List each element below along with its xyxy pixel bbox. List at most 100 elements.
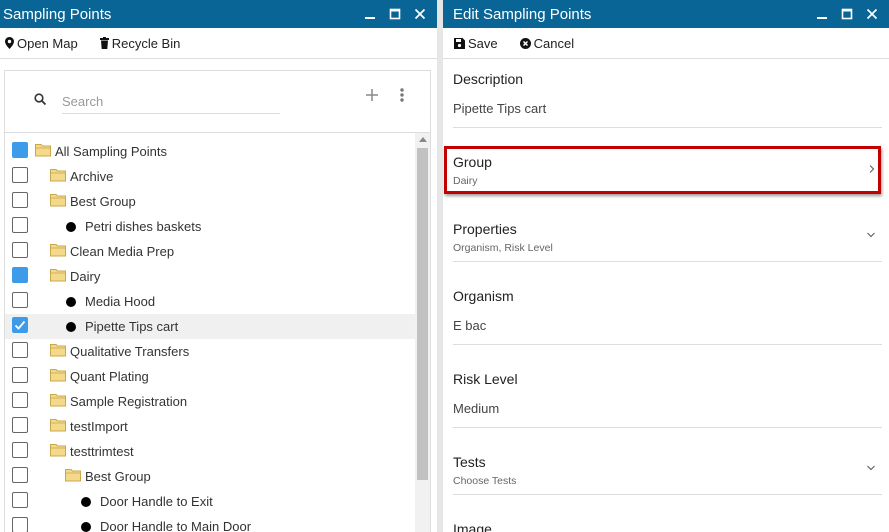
tree-item-label[interactable]: Pipette Tips cart: [85, 319, 178, 334]
tree-checkbox[interactable]: [12, 217, 28, 233]
maximize-button[interactable]: [384, 3, 406, 25]
tree-folder-row[interactable]: All Sampling Points: [5, 139, 415, 164]
tree-item-label[interactable]: Petri dishes baskets: [85, 219, 201, 234]
tree-item-label[interactable]: All Sampling Points: [55, 144, 167, 159]
properties-field[interactable]: Properties Organism, Risk Level: [453, 221, 882, 262]
folder-icon: [50, 268, 66, 285]
chevron-down-icon: [867, 232, 875, 238]
sampling-point-icon: [66, 322, 76, 332]
tree-checkbox[interactable]: [12, 392, 28, 408]
scroll-up-icon[interactable]: [419, 137, 427, 142]
tree-point-row[interactable]: Media Hood: [5, 289, 415, 314]
folder-icon: [50, 418, 66, 435]
tree-point-row[interactable]: Petri dishes baskets: [5, 214, 415, 239]
tree-item-label[interactable]: Best Group: [70, 194, 136, 209]
tree-folder-row[interactable]: Dairy: [5, 264, 415, 289]
minimize-button[interactable]: [811, 3, 833, 25]
organism-label: Organism: [453, 288, 514, 304]
image-label: Image: [453, 521, 492, 532]
add-icon[interactable]: [363, 86, 381, 104]
tree-item-label[interactable]: testImport: [70, 419, 128, 434]
folder-icon: [50, 393, 66, 410]
close-button[interactable]: [861, 3, 883, 25]
tree-checkbox[interactable]: [12, 442, 28, 458]
tree-item-label[interactable]: Sample Registration: [70, 394, 187, 409]
tree-item-label[interactable]: testtrimtest: [70, 444, 134, 459]
tests-field[interactable]: Tests Choose Tests: [453, 454, 882, 495]
tree-checkbox[interactable]: [12, 267, 28, 283]
tree-checkbox[interactable]: [12, 492, 28, 508]
tree-checkbox[interactable]: [12, 342, 28, 358]
tree-checkbox[interactable]: [12, 142, 28, 158]
search-icon: [34, 93, 47, 106]
tree-folder-row[interactable]: testImport: [5, 414, 415, 439]
tree-folder-row[interactable]: Archive: [5, 164, 415, 189]
description-value: Pipette Tips cart: [453, 101, 547, 116]
search-input[interactable]: [62, 89, 280, 114]
tree-checkbox[interactable]: [12, 192, 28, 208]
left-toolbar: Open Map Recycle Bin: [0, 28, 437, 59]
tree-folder-row[interactable]: testtrimtest: [5, 439, 415, 464]
scrollbar-thumb[interactable]: [417, 148, 428, 480]
folder-icon: [50, 168, 66, 185]
tree-folder-row[interactable]: Best Group: [5, 464, 415, 489]
tree-item-label[interactable]: Media Hood: [85, 294, 155, 309]
folder-icon: [35, 143, 51, 160]
tree-item-label[interactable]: Best Group: [85, 469, 151, 484]
folder-icon: [65, 468, 81, 485]
panel-title: Sampling Points: [3, 5, 112, 23]
tree-checkbox[interactable]: [12, 292, 28, 308]
risk-level-field[interactable]: Risk Level Medium: [453, 371, 882, 428]
recycle-bin-button[interactable]: Recycle Bin: [99, 36, 180, 51]
tree-checkbox[interactable]: [12, 417, 28, 433]
tree-checkbox[interactable]: [12, 467, 28, 483]
tree-folder-row[interactable]: Quant Plating: [5, 364, 415, 389]
description-label: Description: [453, 71, 524, 87]
open-map-label: Open Map: [17, 35, 78, 51]
tree-item-label[interactable]: Door Handle to Exit: [100, 494, 213, 509]
sampling-point-icon: [66, 297, 76, 307]
tree-item-label[interactable]: Door Handle to Main Door: [100, 519, 251, 532]
tree-point-row[interactable]: Door Handle to Exit: [5, 489, 415, 514]
open-map-button[interactable]: Open Map: [5, 36, 78, 51]
tree-item-label[interactable]: Archive: [70, 169, 113, 184]
properties-value: Organism, Risk Level: [453, 242, 553, 254]
tree-checkbox[interactable]: [12, 517, 28, 532]
tree-point-row[interactable]: Pipette Tips cart: [5, 314, 415, 339]
tree-checkbox[interactable]: [12, 167, 28, 183]
save-label: Save: [468, 35, 498, 51]
title-bar: Sampling Points: [0, 0, 437, 28]
sampling-points-tree: All Sampling Points Archive Best Group Petr…: [5, 139, 415, 532]
map-marker-icon: [5, 37, 14, 49]
tests-value: Choose Tests: [453, 475, 517, 487]
folder-icon: [50, 443, 66, 460]
tree-item-label[interactable]: Qualitative Transfers: [70, 344, 189, 359]
maximize-button[interactable]: [836, 3, 858, 25]
tree-folder-row[interactable]: Sample Registration: [5, 389, 415, 414]
image-field[interactable]: Image: [453, 521, 882, 532]
tree-item-label[interactable]: Quant Plating: [70, 369, 149, 384]
tree-scrollbar[interactable]: [415, 133, 430, 532]
tree-point-row[interactable]: Door Handle to Main Door: [5, 514, 415, 532]
more-vertical-icon[interactable]: [397, 86, 407, 104]
description-field[interactable]: Description Pipette Tips cart: [453, 71, 882, 128]
save-icon: [454, 37, 465, 49]
cancel-button[interactable]: Cancel: [519, 35, 575, 51]
tree-item-label[interactable]: Clean Media Prep: [70, 244, 174, 259]
minimize-button[interactable]: [359, 3, 381, 25]
search-bar: [5, 71, 430, 133]
close-button[interactable]: [409, 3, 431, 25]
tree-folder-row[interactable]: Clean Media Prep: [5, 239, 415, 264]
tree-checkbox[interactable]: [12, 242, 28, 258]
tree-folder-row[interactable]: Best Group: [5, 189, 415, 214]
tree-folder-row[interactable]: Qualitative Transfers: [5, 339, 415, 364]
tree-checkbox[interactable]: [12, 367, 28, 383]
tree-checkbox[interactable]: [12, 317, 28, 333]
save-button[interactable]: Save: [454, 36, 498, 51]
right-toolbar: Save Cancel: [443, 28, 889, 59]
tree-item-label[interactable]: Dairy: [70, 269, 100, 284]
organism-field[interactable]: Organism E bac: [453, 288, 882, 345]
properties-label: Properties: [453, 221, 517, 237]
maximize-icon: [389, 8, 401, 20]
cancel-label: Cancel: [533, 35, 575, 51]
